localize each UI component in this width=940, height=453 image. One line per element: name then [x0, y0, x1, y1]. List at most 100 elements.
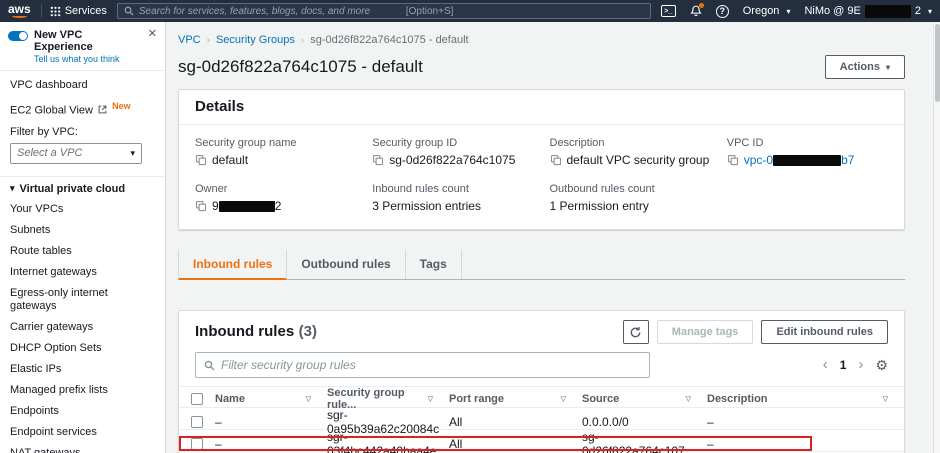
- table-header: Name ▽ Security group rule... ▽ Port ran…: [179, 386, 904, 408]
- column-label: Description: [707, 393, 768, 405]
- sidebar-item-endpoint-services[interactable]: Endpoint services: [0, 422, 165, 443]
- table-row: – sgr-0a95b39a62c20084c All 0.0.0.0/0 –: [179, 408, 904, 430]
- copy-icon[interactable]: [195, 200, 207, 212]
- global-search-input[interactable]: [139, 6, 401, 17]
- region-selector[interactable]: Oregon ▾: [743, 5, 791, 17]
- tab-outbound-rules[interactable]: Outbound rules: [286, 250, 404, 279]
- banner-title: New VPC Experience: [34, 29, 142, 53]
- cell-port-range: All: [449, 415, 582, 429]
- scrollbar-thumb[interactable]: [935, 24, 940, 102]
- sort-icon[interactable]: ▽: [561, 395, 566, 403]
- manage-tags-button[interactable]: Manage tags: [657, 320, 754, 344]
- sidebar-item-dhcp-option-sets[interactable]: DHCP Option Sets: [0, 338, 165, 359]
- sidebar-item-elastic-ips[interactable]: Elastic IPs: [0, 359, 165, 380]
- column-label: Port range: [449, 393, 504, 405]
- aws-logo[interactable]: aws: [8, 4, 31, 18]
- vpc-select-dropdown[interactable]: Select a VPC ▾: [10, 143, 142, 164]
- cell-name: –: [215, 437, 327, 451]
- row-checkbox[interactable]: [191, 416, 203, 428]
- breadcrumb-separator-icon: ›: [207, 35, 210, 46]
- sidebar-item-your-vpcs[interactable]: Your VPCs: [0, 199, 165, 220]
- sidebar-item-nat-gateways[interactable]: NAT gateways: [0, 443, 165, 453]
- sidebar-item-egress-only-internet-gateways[interactable]: Egress-only internet gateways: [0, 283, 130, 317]
- nav-right: >_ ? Oregon ▾ NiMo @ 9E 2 ▾: [661, 5, 932, 18]
- field-value: 1 Permission entry: [550, 199, 711, 213]
- nav-divider: [41, 4, 42, 18]
- nav-left: aws Services: [8, 4, 107, 18]
- copy-icon[interactable]: [727, 154, 739, 166]
- page-title: sg-0d26f822a764c1075 - default: [178, 57, 423, 77]
- sort-icon[interactable]: ▽: [306, 395, 311, 403]
- page-scrollbar[interactable]: [933, 22, 940, 453]
- edit-inbound-rules-button[interactable]: Edit inbound rules: [761, 320, 888, 344]
- table-row: – sgr-03f4bc442a40baa4e All sg-0d26f822a…: [179, 430, 904, 452]
- vpc-id-link[interactable]: vpc-0b7: [744, 153, 855, 167]
- field-security-group-id: Security group ID sg-0d26f822a764c1075: [372, 137, 533, 167]
- previous-page-button[interactable]: ‹: [823, 358, 828, 372]
- sidebar-item-endpoints[interactable]: Endpoints: [0, 401, 165, 422]
- field-text: 3 Permission entries: [372, 199, 481, 213]
- redaction-box: [773, 155, 841, 166]
- global-search-bar[interactable]: [Option+S]: [117, 3, 651, 19]
- column-header-source[interactable]: Source ▽: [582, 393, 707, 405]
- sidebar-item-internet-gateways[interactable]: Internet gateways: [0, 262, 165, 283]
- tab-inbound-rules[interactable]: Inbound rules: [178, 250, 286, 279]
- sidebar-item-ec2-global-view[interactable]: EC2 Global View New: [0, 96, 165, 122]
- section-virtual-private-cloud[interactable]: ▾ Virtual private cloud: [0, 176, 165, 199]
- field-description: Description default VPC security group: [550, 137, 711, 167]
- cell-description: –: [707, 437, 904, 451]
- rules-filter-box[interactable]: [195, 352, 650, 378]
- services-menu-button[interactable]: Services: [50, 5, 107, 17]
- breadcrumb-vpc[interactable]: VPC: [178, 34, 201, 46]
- preferences-gear-icon[interactable]: ⚙: [875, 358, 888, 372]
- cell-rule-id: sgr-03f4bc442a40baa4e: [327, 430, 449, 453]
- vpc-sidebar: New VPC Experience Tell us what you thin…: [0, 22, 166, 453]
- filter-by-vpc-label: Filter by VPC:: [10, 126, 155, 138]
- sidebar-item-vpc-dashboard[interactable]: VPC dashboard: [0, 75, 165, 96]
- breadcrumb-security-groups[interactable]: Security Groups: [216, 34, 295, 46]
- column-header-name[interactable]: Name ▽: [215, 393, 327, 405]
- breadcrumb-current: sg-0d26f822a764c1075 - default: [310, 34, 468, 46]
- copy-icon[interactable]: [195, 154, 207, 166]
- sidebar-item-carrier-gateways[interactable]: Carrier gateways: [0, 317, 165, 338]
- sidebar-item-route-tables[interactable]: Route tables: [0, 241, 165, 262]
- select-all-checkbox[interactable]: [191, 393, 203, 405]
- banner-feedback-link[interactable]: Tell us what you think: [34, 54, 142, 64]
- copy-icon[interactable]: [372, 154, 384, 166]
- notifications-button[interactable]: [690, 5, 702, 17]
- column-header-description[interactable]: Description ▽: [707, 393, 904, 405]
- new-experience-toggle[interactable]: [8, 31, 28, 41]
- column-label: Source: [582, 393, 619, 405]
- inbound-rules-header: Inbound rules (3) Manage tags Edit inbou…: [179, 311, 904, 352]
- external-link-icon: [98, 105, 107, 114]
- redaction-box: [219, 201, 275, 212]
- breadcrumb-separator-icon: ›: [301, 35, 304, 46]
- sort-icon[interactable]: ▽: [883, 395, 888, 403]
- tab-tags[interactable]: Tags: [405, 250, 462, 279]
- help-button[interactable]: ?: [716, 5, 729, 18]
- row-checkbox[interactable]: [191, 438, 203, 450]
- field-label: VPC ID: [727, 137, 888, 149]
- account-menu[interactable]: NiMo @ 9E 2 ▾: [804, 5, 932, 18]
- refresh-button[interactable]: [623, 320, 649, 344]
- rules-filter-input[interactable]: [221, 358, 641, 372]
- sidebar-item-managed-prefix-lists[interactable]: Managed prefix lists: [0, 380, 165, 401]
- field-text: default: [212, 153, 248, 167]
- aws-smile-icon: [12, 14, 27, 18]
- chevron-down-icon: ▾: [10, 183, 15, 194]
- column-header-port-range[interactable]: Port range ▽: [449, 393, 582, 405]
- close-icon[interactable]: ✕: [148, 29, 157, 40]
- inbound-rules-title: Inbound rules (3): [195, 323, 317, 341]
- cloudshell-button[interactable]: >_: [661, 5, 676, 17]
- field-outbound-rules-count: Outbound rules count 1 Permission entry: [550, 183, 711, 213]
- field-owner: Owner 92: [195, 183, 356, 213]
- actions-button[interactable]: Actions ▾: [825, 55, 905, 79]
- cell-name: –: [215, 415, 327, 429]
- copy-icon[interactable]: [550, 154, 562, 166]
- sort-icon[interactable]: ▽: [686, 395, 691, 403]
- page-number[interactable]: 1: [840, 358, 847, 372]
- sort-icon[interactable]: ▽: [428, 395, 433, 403]
- field-inbound-rules-count: Inbound rules count 3 Permission entries: [372, 183, 533, 213]
- next-page-button[interactable]: ›: [858, 358, 863, 372]
- sidebar-item-subnets[interactable]: Subnets: [0, 220, 165, 241]
